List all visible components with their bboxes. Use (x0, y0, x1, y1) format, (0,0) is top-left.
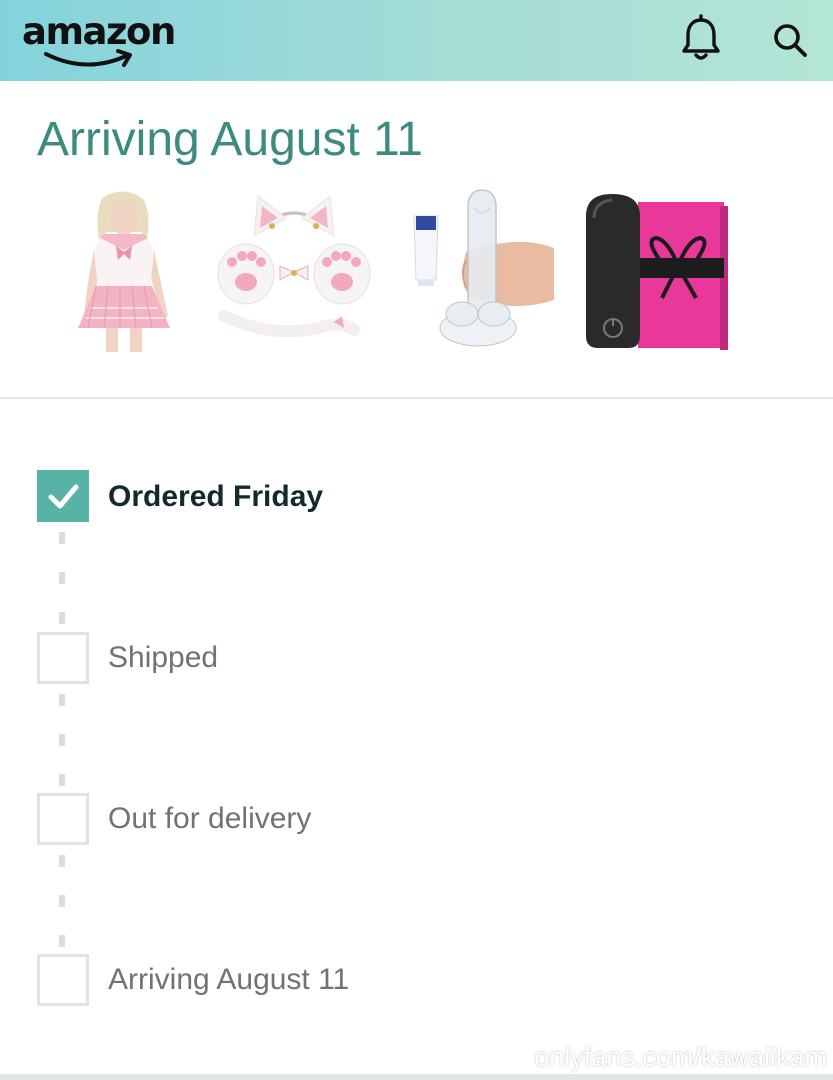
search-button[interactable] (768, 14, 812, 64)
section-divider (0, 397, 833, 399)
step-checkbox-empty (37, 954, 89, 1006)
item-thumbnail-cat-set[interactable] (214, 188, 374, 354)
step-checkbox-empty (37, 793, 89, 845)
search-icon (774, 24, 807, 57)
item-thumbnail-outfit[interactable] (60, 188, 188, 354)
item-thumbnail-clear-toy[interactable] (408, 188, 560, 354)
amazon-logo[interactable]: amazon (22, 10, 176, 53)
step-label: Shipped (108, 641, 219, 674)
step-checkbox-checked (37, 470, 89, 522)
bell-icon (682, 14, 720, 60)
logo-smile-icon (44, 49, 132, 67)
watermark-text: onlyfans.com/kawaiikam (534, 1042, 827, 1072)
step-label: Arriving August 11 (108, 963, 350, 996)
step-label: Ordered Friday (108, 480, 324, 513)
step-checkbox-empty (37, 632, 89, 684)
item-thumbnail-bullet-gift[interactable] (582, 188, 738, 354)
bottom-divider (0, 1074, 833, 1080)
notifications-button[interactable] (679, 14, 723, 64)
app-header: amazon (0, 0, 833, 81)
arrival-title: Arriving August 11 (37, 113, 423, 166)
step-label: Out for delivery (108, 802, 312, 835)
checkmark-icon (48, 484, 79, 509)
